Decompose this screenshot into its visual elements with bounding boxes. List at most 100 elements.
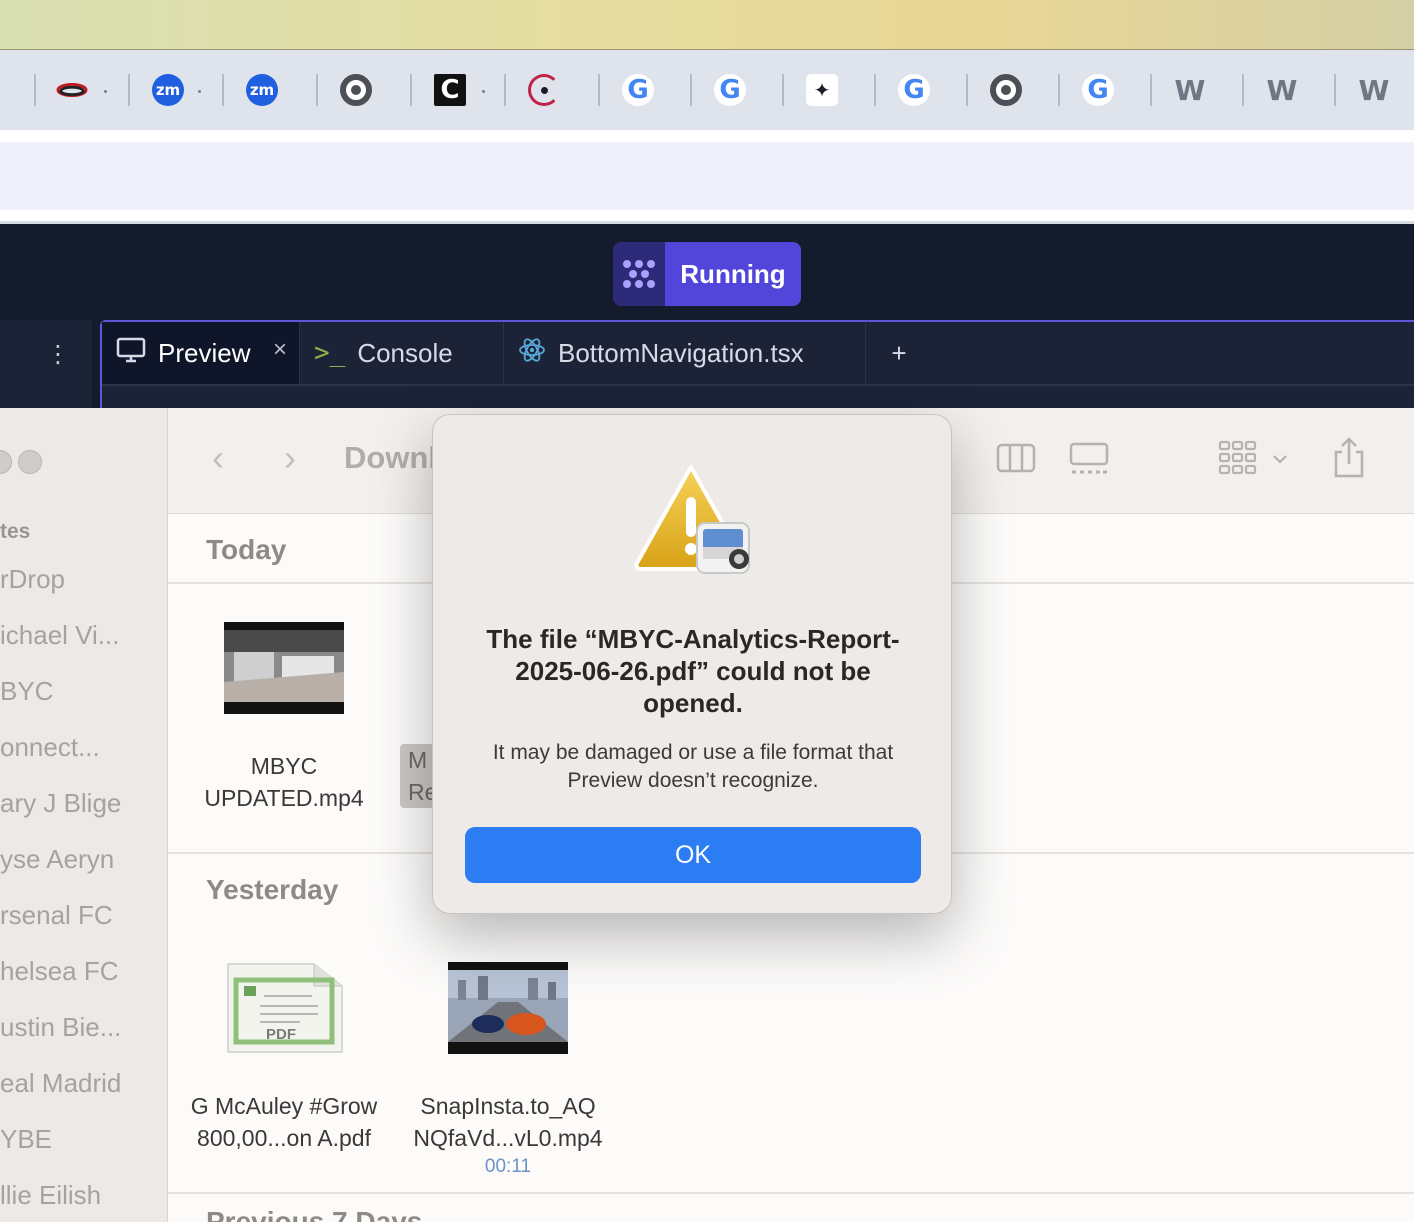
columns-view-icon[interactable] (996, 442, 1036, 482)
chrome-icon (340, 74, 372, 106)
browser-tab-5[interactable]: C (430, 72, 470, 108)
video-thumbnail (448, 962, 568, 1054)
dialog-message: It may be damaged or use a file format t… (492, 741, 894, 792)
google-icon: G (714, 74, 746, 106)
w-logo-icon: W (1266, 73, 1298, 107)
sidebar-section-label: tes (0, 520, 31, 543)
tab-preview-label: Preview (158, 337, 251, 368)
browser-tab-14[interactable]: W (1262, 72, 1302, 108)
file-item[interactable]: SnapInsta.to_AQ NQfaVd...vL0.mp4 00:11 (398, 962, 618, 1178)
sound-logo-icon (56, 74, 88, 106)
sidebar-item[interactable]: yse Aeryn (0, 844, 114, 875)
browser-tab-3[interactable]: zm (242, 72, 282, 108)
browser-tab-7[interactable]: G (618, 72, 658, 108)
browser-tab-15[interactable]: W (1354, 72, 1394, 108)
sidebar-item[interactable]: rDrop (0, 564, 65, 595)
file-name: 800,00...on A.pdf (197, 1125, 371, 1151)
sidebar-item[interactable]: rsenal FC (0, 900, 113, 931)
tab-separator (410, 74, 412, 106)
window-control-button[interactable] (0, 450, 12, 474)
sidebar-item[interactable]: ichael Vi... (0, 620, 119, 651)
tab-separator (690, 74, 692, 106)
browser-tab-2[interactable]: zm (148, 72, 188, 108)
folder-title: Downl (344, 440, 437, 475)
tab-separator (1334, 74, 1336, 106)
gallery-view-icon[interactable] (1068, 442, 1110, 484)
tab-separator (34, 74, 36, 106)
tab-separator (222, 74, 224, 106)
section-header-previous-7-days: Previous 7 Days (206, 1206, 423, 1222)
browser-tab-4[interactable] (336, 72, 376, 108)
zoom-icon: zm (246, 74, 278, 106)
close-icon[interactable]: × (273, 336, 287, 364)
tab-separator (1150, 74, 1152, 106)
tab-separator (782, 74, 784, 106)
sidebar-item[interactable]: ustin Bie... (0, 1012, 121, 1043)
sidebar-item[interactable]: YBE (0, 1124, 52, 1155)
ok-button[interactable]: OK (465, 827, 921, 883)
tab-console[interactable]: >_ Console (300, 322, 504, 384)
video-thumbnail (224, 622, 344, 714)
file-panel-header: ⋮ (0, 320, 92, 414)
sidebar-item[interactable]: onnect... (0, 732, 100, 763)
kebab-menu-icon[interactable]: ⋮ (46, 340, 70, 370)
run-status-label: Running (665, 242, 801, 306)
run-button[interactable]: Running (613, 242, 801, 306)
zoom-icon: zm (152, 74, 184, 106)
alert-dialog: The file “MBYC-Analytics-Report-2025-06-… (432, 414, 952, 914)
file-name: G McAuley #Grow (190, 1093, 378, 1119)
tab-separator (874, 74, 876, 106)
file-item[interactable]: MBYC UPDATED.mp4 (174, 622, 394, 814)
tab-preview[interactable]: Preview × (102, 322, 300, 384)
address-bar[interactable] (0, 142, 1414, 210)
forward-button[interactable]: › (284, 438, 296, 478)
gemini-icon: ✦ (806, 74, 838, 106)
add-tab-button[interactable]: + (866, 322, 932, 384)
file-item[interactable]: PDF G McAuley #Grow 800,00...on A.pdf (174, 962, 394, 1154)
w-logo-icon: W (1174, 73, 1206, 107)
group-by-icon[interactable] (1218, 440, 1290, 484)
browser-tab-strip: zm zm C G G ✦ G G W W W (0, 50, 1414, 130)
video-duration: 00:11 (484, 1156, 532, 1177)
tab-bottomnavigation-label: BottomNavigation.tsx (558, 337, 804, 368)
finder-sidebar: tes rDrop ichael Vi... BYC onnect... ary… (0, 408, 168, 1222)
share-icon[interactable] (1332, 436, 1366, 486)
browser-tab-13[interactable]: W (1170, 72, 1210, 108)
browser-tab-9[interactable]: ✦ (802, 72, 842, 108)
tab-separator (504, 74, 506, 106)
back-button[interactable]: ‹ (212, 438, 224, 478)
tab-separator (1058, 74, 1060, 106)
dots-grid-icon (613, 242, 665, 306)
file-name: MBYC (250, 753, 318, 779)
w-logo-icon: W (1358, 73, 1390, 107)
browser-tab-11[interactable] (986, 72, 1026, 108)
tab-separator (1242, 74, 1244, 106)
tab-separator (128, 74, 130, 106)
section-header-yesterday: Yesterday (206, 874, 339, 905)
browser-tab-6[interactable] (524, 72, 564, 108)
tab-separator (966, 74, 968, 106)
browser-tab-12[interactable]: G (1078, 72, 1118, 108)
monitor-icon (116, 337, 146, 370)
sidebar-item[interactable]: BYC (0, 676, 53, 707)
sidebar-item[interactable]: llie Eilish (0, 1180, 101, 1211)
dialog-title: The file “MBYC-Analytics-Report-2025-06-… (486, 624, 900, 718)
window-control-button[interactable] (18, 450, 42, 474)
browser-tab-8[interactable]: G (710, 72, 750, 108)
window-top-strip (0, 0, 1414, 50)
sidebar-item[interactable]: eal Madrid (0, 1068, 121, 1099)
google-icon: G (1082, 74, 1114, 106)
tab-separator (316, 74, 318, 106)
pinwheel-icon (528, 74, 560, 106)
pdf-badge: PDF (266, 1026, 296, 1043)
terminal-icon: >_ (314, 338, 346, 368)
sidebar-item[interactable]: ary J Blige (0, 788, 121, 819)
google-icon: G (898, 74, 930, 106)
tab-separator (598, 74, 600, 106)
file-name: NQfaVd...vL0.mp4 (413, 1125, 603, 1151)
sidebar-item[interactable]: helsea FC (0, 956, 119, 987)
tab-bottomnavigation[interactable]: BottomNavigation.tsx (504, 322, 866, 384)
browser-tab-10[interactable]: G (894, 72, 934, 108)
section-header-today: Today (206, 534, 287, 565)
browser-tab-1[interactable] (52, 72, 92, 108)
